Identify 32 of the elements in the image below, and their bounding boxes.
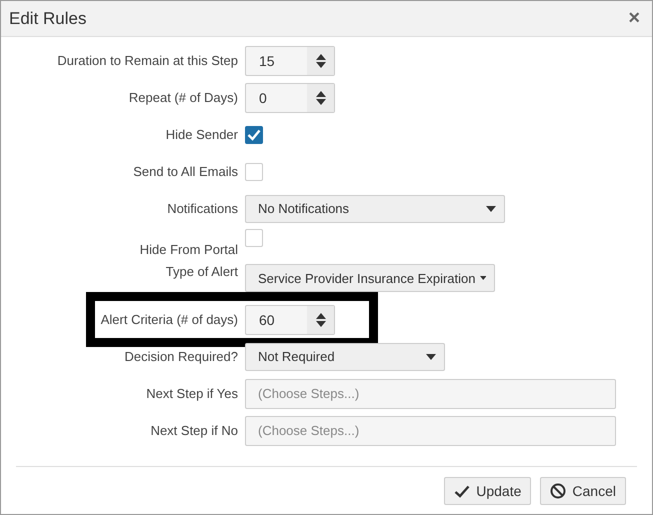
field-label: Duration to Remain at this Step <box>56 53 239 68</box>
dialog-title: Edit Rules <box>9 8 86 28</box>
input-field[interactable]: (Choose Steps...) <box>245 378 616 408</box>
checkbox[interactable] <box>245 126 263 144</box>
input-field[interactable]: (Choose Steps...) <box>245 416 616 446</box>
field-label: Next Step if No <box>150 423 239 438</box>
spinner-arrows-icon[interactable] <box>316 312 326 328</box>
dropdown[interactable]: No Notifications <box>245 194 505 222</box>
field-label: Hide Sender <box>164 127 239 142</box>
field-label: Hide From Portal <box>138 241 239 257</box>
close-button[interactable]: × <box>624 7 644 30</box>
field-label: Notifications <box>166 201 239 216</box>
ban-icon <box>550 483 566 499</box>
caret-icon <box>426 354 436 360</box>
field-label: Repeat (# of Days) <box>128 90 239 105</box>
field-label: Decision Required? <box>124 349 239 364</box>
spinner-arrows-icon[interactable] <box>316 90 326 106</box>
number-field[interactable]: 15 <box>245 46 335 76</box>
field-label: Next Step if Yes <box>145 386 239 401</box>
dropdown[interactable]: Service Provider Insurance Expiration <box>245 264 495 292</box>
cancel-button[interactable]: Cancel <box>540 477 626 505</box>
spinner-arrows-icon[interactable] <box>316 52 326 68</box>
check-icon <box>454 484 470 498</box>
field-label: Alert Criteria (# of days) <box>100 312 239 327</box>
number-field[interactable]: 0 <box>245 82 335 112</box>
caret-icon <box>480 275 486 281</box>
dropdown[interactable]: Not Required <box>245 342 445 370</box>
field-label: Send to All Emails <box>132 164 239 179</box>
field-label: Type of Alert <box>164 264 239 279</box>
caret-icon <box>486 206 496 212</box>
update-button[interactable]: Update <box>444 477 532 505</box>
number-field[interactable]: 60 <box>245 304 335 334</box>
